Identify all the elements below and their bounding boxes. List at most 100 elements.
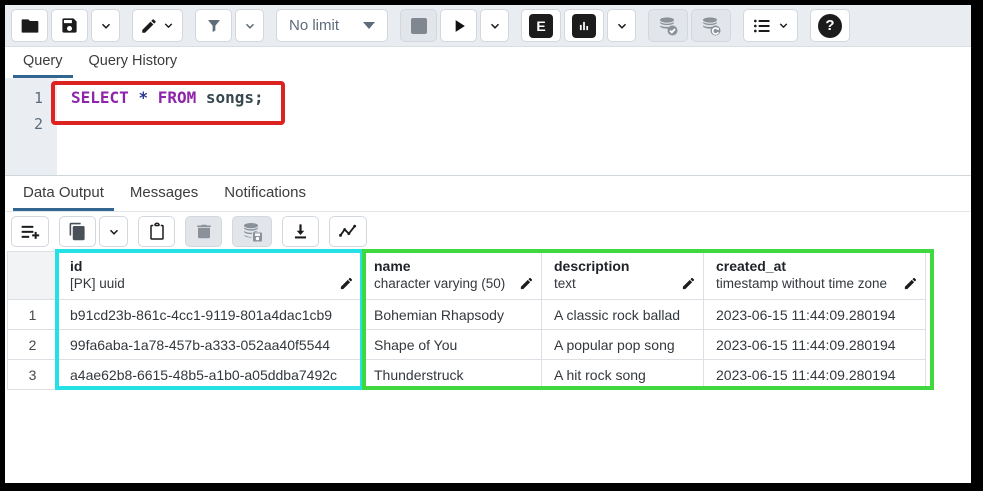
- copy-options-dropdown[interactable]: [99, 216, 128, 247]
- header-row: id [PK] uuid name character varying (50): [8, 252, 926, 300]
- query-tab-bar: Query Query History: [5, 47, 971, 78]
- file-button-group: [11, 9, 120, 42]
- explain-analyze-chart-icon: [572, 14, 596, 38]
- add-row-button[interactable]: [11, 216, 49, 247]
- sql-table-reference: songs;: [206, 88, 264, 107]
- cell-name[interactable]: Thunderstruck: [362, 360, 542, 390]
- play-icon: [449, 16, 469, 36]
- explain-button[interactable]: E: [521, 9, 561, 42]
- cell-id[interactable]: b91cd23b-861c-4cc1-9119-801a4dac1cb9: [58, 300, 362, 330]
- filter-options-dropdown[interactable]: [235, 9, 264, 42]
- line-number-gutter: 1 2: [5, 78, 57, 175]
- help-button[interactable]: ?: [810, 9, 850, 42]
- trash-icon: [195, 222, 213, 241]
- cell-id[interactable]: a4ae62b8-6615-48b5-a1b0-a05ddba7492c: [58, 360, 362, 390]
- chevron-down-icon: [243, 19, 257, 33]
- column-header-name[interactable]: name character varying (50): [362, 252, 542, 300]
- execute-options-dropdown[interactable]: [480, 9, 509, 42]
- select-all-corner-cell[interactable]: [8, 252, 58, 300]
- cell-name[interactable]: Shape of You: [362, 330, 542, 360]
- paste-button[interactable]: [138, 216, 175, 247]
- tab-notifications[interactable]: Notifications: [214, 178, 316, 211]
- query-toolbar: No limit E: [5, 5, 971, 47]
- copy-button[interactable]: [59, 216, 96, 247]
- stop-button[interactable]: [400, 9, 437, 42]
- save-file-button[interactable]: [51, 9, 88, 42]
- macro-button-group: [743, 9, 798, 42]
- tab-data-output[interactable]: Data Output: [13, 178, 114, 211]
- query-tool-window: No limit E: [0, 0, 983, 491]
- execute-button[interactable]: [440, 9, 477, 42]
- table-row: 3 a4ae62b8-6615-48b5-a1b0-a05ddba7492c T…: [8, 360, 926, 390]
- tab-query-history[interactable]: Query History: [79, 48, 188, 78]
- line-number: 2: [5, 111, 43, 137]
- delete-row-button[interactable]: [185, 216, 222, 247]
- tab-query[interactable]: Query: [13, 48, 73, 78]
- column-header-created-at[interactable]: created_at timestamp without time zone: [704, 252, 926, 300]
- save-icon: [60, 16, 79, 35]
- cell-created-at[interactable]: 2023-06-15 11:44:09.280194: [704, 300, 926, 330]
- sql-keyword-from: FROM: [158, 88, 197, 107]
- open-file-button[interactable]: [11, 9, 48, 42]
- sql-star-operator: *: [138, 88, 148, 107]
- cell-created-at[interactable]: 2023-06-15 11:44:09.280194: [704, 330, 926, 360]
- edit-button-group: [132, 9, 183, 42]
- help-button-group: ?: [810, 9, 850, 42]
- table-row: 1 b91cd23b-861c-4cc1-9119-801a4dac1cb9 B…: [8, 300, 926, 330]
- cell-description[interactable]: A classic rock ballad: [542, 300, 704, 330]
- cell-description[interactable]: A hit rock song: [542, 360, 704, 390]
- chevron-down-icon: [777, 19, 790, 32]
- column-header-id[interactable]: id [PK] uuid: [58, 252, 362, 300]
- download-icon: [291, 222, 310, 241]
- explain-analyze-button[interactable]: [564, 9, 604, 42]
- pencil-icon: [140, 17, 158, 35]
- help-icon: ?: [818, 14, 842, 38]
- commit-button[interactable]: [648, 9, 688, 42]
- edit-column-icon[interactable]: [903, 276, 918, 291]
- graph-visualiser-button[interactable]: [329, 216, 367, 247]
- stop-icon: [411, 18, 427, 34]
- list-icon: [751, 16, 773, 36]
- sql-code-area[interactable]: SELECT * FROM songs;: [57, 78, 264, 175]
- transaction-button-group: [648, 9, 731, 42]
- chevron-down-icon: [99, 19, 113, 33]
- sql-keyword-select: SELECT: [71, 88, 129, 107]
- dropdown-arrow-icon: [363, 22, 375, 29]
- save-data-changes-button[interactable]: [232, 216, 272, 247]
- edit-dropdown-button[interactable]: [132, 9, 183, 42]
- filter-button-group: [195, 9, 264, 42]
- edit-column-icon[interactable]: [339, 276, 354, 291]
- row-limit-select[interactable]: No limit: [276, 9, 388, 42]
- row-number-cell[interactable]: 1: [8, 300, 58, 330]
- cell-id[interactable]: 99fa6aba-1a78-457b-a333-052aa40f5544: [58, 330, 362, 360]
- chevron-down-icon: [107, 225, 121, 239]
- row-number-cell[interactable]: 3: [8, 360, 58, 390]
- macros-dropdown-button[interactable]: [743, 9, 798, 42]
- output-tab-bar: Data Output Messages Notifications: [5, 176, 971, 212]
- results-toolbar: [5, 212, 971, 251]
- save-data-database-icon: [240, 220, 264, 244]
- rollback-button[interactable]: [691, 9, 731, 42]
- row-number-cell[interactable]: 2: [8, 330, 58, 360]
- edit-column-icon[interactable]: [519, 276, 534, 291]
- filter-funnel-icon: [205, 17, 223, 35]
- row-limit-value: No limit: [289, 17, 339, 34]
- tab-messages[interactable]: Messages: [120, 178, 208, 211]
- explain-button-group: E: [521, 9, 636, 42]
- filter-button[interactable]: [195, 9, 232, 42]
- download-results-button[interactable]: [282, 216, 319, 247]
- cell-created-at[interactable]: 2023-06-15 11:44:09.280194: [704, 360, 926, 390]
- sql-editor[interactable]: 1 2 SELECT * FROM songs;: [5, 78, 971, 176]
- clipboard-icon: [148, 222, 166, 241]
- add-row-icon: [19, 222, 41, 242]
- chevron-down-icon: [162, 19, 175, 32]
- column-header-description[interactable]: description text: [542, 252, 704, 300]
- line-graph-icon: [337, 222, 359, 242]
- cell-description[interactable]: A popular pop song: [542, 330, 704, 360]
- save-options-dropdown[interactable]: [91, 9, 120, 42]
- cell-name[interactable]: Bohemian Rhapsody: [362, 300, 542, 330]
- edit-column-icon[interactable]: [681, 276, 696, 291]
- execute-button-group: [400, 9, 509, 42]
- data-grid-wrap: id [PK] uuid name character varying (50): [7, 251, 971, 390]
- explain-options-dropdown[interactable]: [607, 9, 636, 42]
